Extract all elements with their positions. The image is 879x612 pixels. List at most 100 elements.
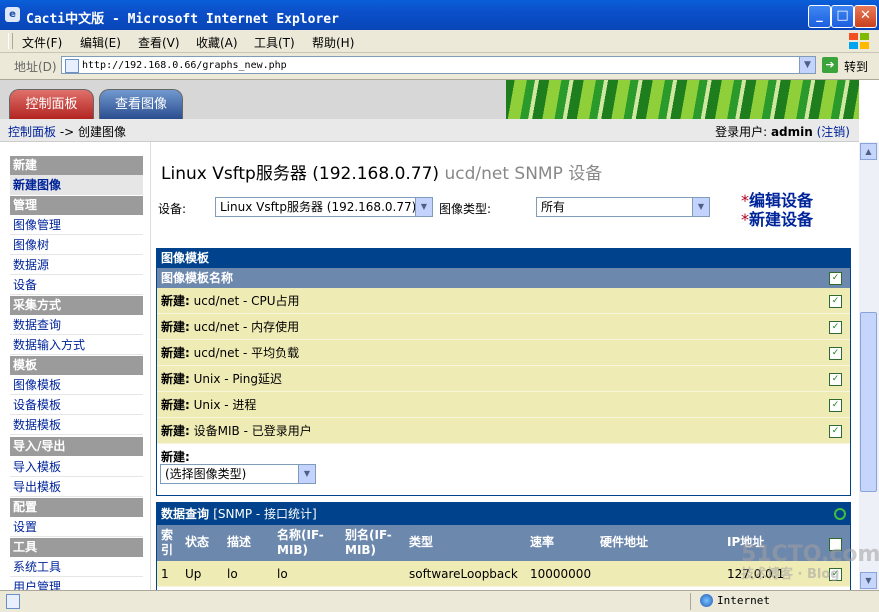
new-graph-type-label: 新建: <box>161 450 190 464</box>
sidebar-item-settings[interactable]: 设置 <box>10 517 143 537</box>
sidebar-header-configuration: 配置 <box>10 498 143 517</box>
sidebar-item-export-templates[interactable]: 导出模板 <box>10 477 143 497</box>
address-input[interactable]: http://192.168.0.66/graphs_new.php <box>61 56 801 74</box>
sidebar-item-new-graphs[interactable]: 新建图像 <box>10 175 143 195</box>
column-speed: 速率 <box>530 535 555 549</box>
sidebar-header-management: 管理 <box>10 196 143 215</box>
graph-templates-table: 图像模板 图像模板名称 ✓ 新建: ucd/net - CPU占用 ✓ 新建: … <box>156 248 851 496</box>
status-separator <box>690 593 691 610</box>
device-type: ucd/net SNMP 设备 <box>444 164 603 184</box>
row-checkbox[interactable]: ✓ <box>829 295 842 308</box>
menu-file[interactable]: 文件(F) <box>22 34 62 51</box>
row-checkbox[interactable]: ✓ <box>829 347 842 360</box>
sidebar: 新建 新建图像 管理 图像管理 图像树 数据源 设备 采集方式 数据查询 数据输… <box>0 142 151 590</box>
new-graph-type-select-value: (选择图像类型) <box>165 467 247 481</box>
page-icon <box>65 59 79 73</box>
sidebar-item-data-input-methods[interactable]: 数据输入方式 <box>10 335 143 355</box>
cell-speed: 10000000 <box>530 567 592 581</box>
main-content: Linux Vsftp服务器 (192.168.0.77) ucd/net SN… <box>151 142 859 590</box>
address-label: 地址(D) <box>14 60 57 74</box>
cell-description: lo <box>227 567 238 581</box>
menu-view[interactable]: 查看(V) <box>138 34 180 51</box>
sidebar-item-data-sources[interactable]: 数据源 <box>10 255 143 275</box>
ie-app-icon: e <box>5 7 20 22</box>
sidebar-item-data-queries[interactable]: 数据查询 <box>10 315 143 335</box>
breadcrumb-separator: -> <box>56 125 79 139</box>
address-dropdown-button[interactable]: ▼ <box>799 56 816 74</box>
sidebar-header-import-export: 导入/导出 <box>10 437 143 456</box>
minimize-button[interactable]: _ <box>808 5 831 28</box>
cell-type: softwareLoopback <box>409 567 518 581</box>
row-checkbox[interactable]: ✓ <box>829 425 842 438</box>
address-url: http://192.168.0.66/graphs_new.php <box>82 60 287 71</box>
sidebar-item-devices[interactable]: 设备 <box>10 275 143 295</box>
scrollbar-thumb[interactable] <box>860 312 877 492</box>
select-all-checkbox[interactable]: ✓ <box>829 272 842 285</box>
device-select-value: Linux Vsftp服务器 (192.168.0.77) <box>220 200 417 214</box>
menu-help[interactable]: 帮助(H) <box>312 34 354 51</box>
cell-status: Up <box>185 567 202 581</box>
menu-edit[interactable]: 编辑(E) <box>80 34 121 51</box>
status-bar: Internet <box>0 590 879 612</box>
sidebar-item-graph-trees[interactable]: 图像树 <box>10 235 143 255</box>
login-prefix: 登录用户: <box>715 125 771 139</box>
window-title-bar: e Cacti中文版 - Microsoft Internet Explorer… <box>0 0 879 30</box>
table-row: 新建: ucd/net - 平均负载 ✓ <box>157 340 850 366</box>
tab-graphs[interactable]: 查看图像 <box>99 89 183 119</box>
close-button[interactable]: ✕ <box>854 5 877 28</box>
column-type: 类型 <box>409 535 434 549</box>
sidebar-header-new: 新建 <box>10 156 143 175</box>
menu-bar: 文件(F) 编辑(E) 查看(V) 收藏(A) 工具(T) 帮助(H) <box>0 30 879 53</box>
menu-favorites[interactable]: 收藏(A) <box>196 34 238 51</box>
scroll-up-arrow[interactable]: ▲ <box>860 143 877 160</box>
star-icon: * <box>741 210 749 229</box>
table-row: 新建: ucd/net - CPU占用 ✓ <box>157 288 850 314</box>
maximize-button[interactable]: □ <box>831 5 854 28</box>
template-name: ucd/net - CPU占用 <box>193 294 300 308</box>
data-query-header: 数据查询 [SNMP - 接口统计] <box>157 503 850 525</box>
new-device-label: 新建设备 <box>749 210 814 229</box>
new-prefix: 新建: <box>161 294 190 308</box>
login-info: 登录用户: admin (注销) <box>715 123 850 140</box>
new-graph-type-select[interactable]: (选择图像类型) ▼ <box>160 464 316 484</box>
device-label: 设备: <box>158 202 187 216</box>
chevron-down-icon: ▼ <box>298 465 315 483</box>
table-row: 新建: Unix - 进程 ✓ <box>157 392 850 418</box>
template-name-column: 图像模板名称 <box>161 271 234 285</box>
sidebar-item-import-templates[interactable]: 导入模板 <box>10 457 143 477</box>
sidebar-item-system-utilities[interactable]: 系统工具 <box>10 557 143 577</box>
menu-tools[interactable]: 工具(T) <box>254 34 295 51</box>
graph-type-select-value: 所有 <box>541 200 566 214</box>
logout-link[interactable]: (注销) <box>817 125 850 139</box>
sidebar-item-graph-templates[interactable]: 图像模板 <box>10 375 143 395</box>
new-prefix: 新建: <box>161 372 190 386</box>
sidebar-item-data-templates[interactable]: 数据模板 <box>10 415 143 435</box>
table-row: 新建: ucd/net - 内存使用 ✓ <box>157 314 850 340</box>
new-prefix: 新建: <box>161 346 190 360</box>
breadcrumb: 控制面板 -> 创建图像 <box>8 123 126 140</box>
graph-type-label: 图像类型: <box>439 202 492 216</box>
reload-query-icon[interactable] <box>834 508 846 520</box>
breadcrumb-home-link[interactable]: 控制面板 <box>8 125 56 139</box>
template-name: Unix - 进程 <box>193 398 257 412</box>
row-checkbox[interactable]: ✓ <box>829 399 842 412</box>
security-zone: Internet <box>717 594 770 607</box>
globe-icon <box>700 594 713 607</box>
row-checkbox[interactable]: ✓ <box>829 373 842 386</box>
device-select[interactable]: Linux Vsftp服务器 (192.168.0.77) ▼ <box>215 197 433 217</box>
sidebar-item-host-templates[interactable]: 设备模板 <box>10 395 143 415</box>
device-name: Linux Vsftp服务器 (192.168.0.77) <box>161 164 440 184</box>
template-name: 设备MIB - 已登录用户 <box>193 424 312 438</box>
sidebar-item-user-management[interactable]: 用户管理 <box>10 577 143 590</box>
vertical-scrollbar[interactable]: ▲ ▼ <box>859 142 879 590</box>
sidebar-item-graph-management[interactable]: 图像管理 <box>10 215 143 235</box>
row-checkbox[interactable]: ✓ <box>829 321 842 334</box>
chevron-down-icon: ▼ <box>415 198 432 216</box>
graph-type-select[interactable]: 所有 ▼ <box>536 197 710 217</box>
sidebar-header-utilities: 工具 <box>10 538 143 557</box>
watermark: 51CTO.com 技术博客 · Blog <box>741 542 879 582</box>
new-device-link[interactable]: *新建设备 <box>741 206 813 230</box>
tab-console[interactable]: 控制面板 <box>9 89 94 119</box>
go-button[interactable]: ➔ 转到 <box>820 56 875 75</box>
new-prefix: 新建: <box>161 398 190 412</box>
